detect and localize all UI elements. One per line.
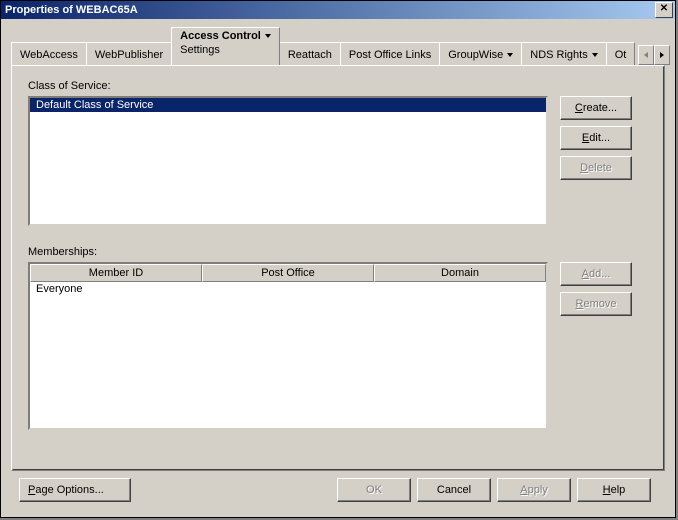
tab-other-truncated[interactable]: Ot — [606, 42, 636, 65]
chevron-down-icon — [265, 34, 271, 38]
tab-nds-rights[interactable]: NDS Rights — [521, 42, 606, 65]
edit-button[interactable]: Edit... — [560, 126, 632, 150]
tab-subpage: Settings — [180, 44, 220, 56]
memberships-label: Memberships: — [28, 246, 648, 258]
cell-member-id: Everyone — [32, 282, 212, 296]
help-button[interactable]: Help — [577, 478, 651, 502]
memberships-buttons: Add... Remove — [560, 262, 632, 322]
properties-dialog: Properties of WEBAC65A ✕ WebAccess WebPu… — [0, 0, 676, 518]
table-row[interactable]: Everyone — [30, 282, 546, 296]
tab-label: Reattach — [288, 49, 332, 61]
delete-button[interactable]: Delete — [560, 156, 632, 180]
tab-webaccess[interactable]: WebAccess — [11, 42, 87, 65]
remove-button[interactable]: Remove — [560, 292, 632, 316]
cancel-button[interactable]: Cancel — [417, 478, 491, 502]
tab-scroll-right[interactable] — [654, 45, 670, 65]
tab-label: Access Control — [180, 30, 261, 42]
tab-scroll-buttons — [638, 45, 670, 65]
add-button[interactable]: Add... — [560, 262, 632, 286]
chevron-down-icon — [507, 53, 513, 57]
tab-post-office-links[interactable]: Post Office Links — [340, 42, 440, 65]
tab-label: WebPublisher — [95, 49, 163, 61]
tab-reattach[interactable]: Reattach — [279, 42, 341, 65]
apply-button[interactable]: Apply — [497, 478, 571, 502]
column-domain[interactable]: Domain — [374, 264, 546, 282]
list-item[interactable]: Default Class of Service — [30, 98, 546, 112]
tab-label: WebAccess — [20, 49, 78, 61]
class-of-service-list[interactable]: Default Class of Service — [28, 96, 548, 226]
bottom-bar: Page Options... OK Cancel Apply Help — [11, 471, 665, 509]
column-member-id[interactable]: Member ID — [30, 264, 202, 282]
tab-groupwise[interactable]: GroupWise — [439, 42, 522, 65]
window-title: Properties of WEBAC65A — [5, 4, 655, 16]
tab-panel: Class of Service: Default Class of Servi… — [11, 65, 665, 471]
ok-button[interactable]: OK — [337, 478, 411, 502]
memberships-section: Memberships: Member ID Post Office Domai… — [28, 246, 648, 430]
chevron-right-icon — [660, 52, 664, 58]
memberships-table[interactable]: Member ID Post Office Domain Everyone — [28, 262, 548, 430]
close-button[interactable]: ✕ — [655, 2, 673, 18]
cos-buttons: Create... Edit... Delete — [560, 96, 632, 186]
class-of-service-label: Class of Service: — [28, 80, 648, 92]
memberships-row: Member ID Post Office Domain Everyone Ad… — [28, 262, 648, 430]
tab-strip: WebAccess WebPublisher Access Control Se… — [11, 29, 665, 65]
tab-label: NDS Rights — [530, 49, 587, 61]
tab-access-control[interactable]: Access Control Settings — [171, 27, 280, 65]
tab-label: Post Office Links — [349, 49, 431, 61]
client-area: WebAccess WebPublisher Access Control Se… — [1, 19, 675, 517]
tab-label: GroupWise — [448, 49, 503, 61]
tab-webpublisher[interactable]: WebPublisher — [86, 42, 172, 65]
page-options-button[interactable]: Page Options... — [19, 478, 131, 502]
tab-label: Ot — [615, 49, 627, 61]
title-bar: Properties of WEBAC65A ✕ — [1, 1, 675, 19]
column-post-office[interactable]: Post Office — [202, 264, 374, 282]
create-button[interactable]: Create... — [560, 96, 632, 120]
tab-scroll-left[interactable] — [638, 45, 654, 65]
table-header: Member ID Post Office Domain — [30, 264, 546, 282]
class-of-service-row: Default Class of Service Create... Edit.… — [28, 96, 648, 226]
chevron-left-icon — [644, 52, 648, 58]
chevron-down-icon — [592, 53, 598, 57]
